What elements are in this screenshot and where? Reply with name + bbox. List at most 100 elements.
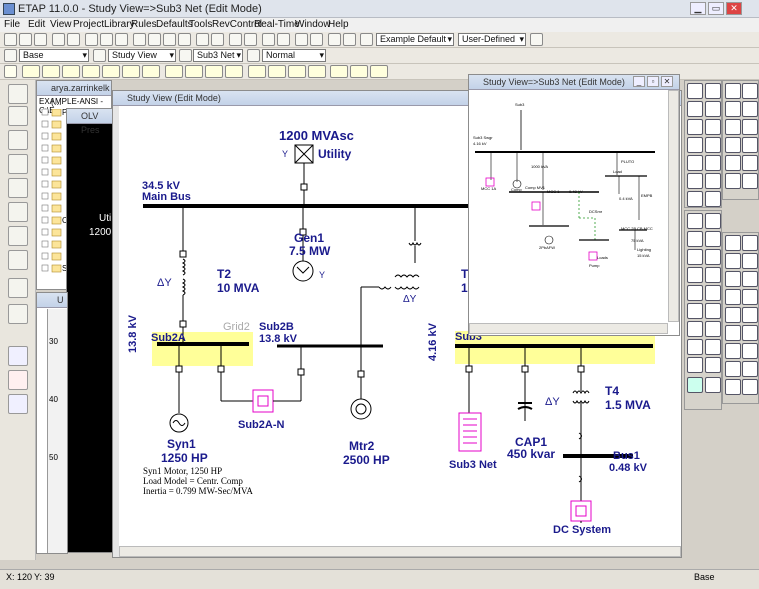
dc-pv-icon[interactable] <box>742 379 758 395</box>
wind-turbine-icon[interactable] <box>687 285 703 301</box>
one-line-icon[interactable] <box>8 84 28 104</box>
dc-motor-icon[interactable] <box>742 271 758 287</box>
short-circuit-icon[interactable] <box>42 65 60 78</box>
load-icon[interactable] <box>705 173 721 189</box>
breaker-icon[interactable] <box>687 137 703 153</box>
user-combo[interactable]: User-Defined <box>458 33 526 46</box>
contingency-icon[interactable] <box>330 65 348 78</box>
zoom-in-icon[interactable] <box>148 33 161 46</box>
data-table-icon[interactable] <box>705 357 721 373</box>
dc-meter-icon[interactable] <box>725 361 741 377</box>
arc-flash-icon[interactable] <box>288 65 306 78</box>
sub3-maximize-button[interactable]: ▫ <box>647 76 659 87</box>
check-continuity-icon[interactable] <box>262 33 275 46</box>
star-view-icon[interactable] <box>8 106 28 126</box>
dc-lumped-icon[interactable] <box>742 343 758 359</box>
capacitor-icon[interactable] <box>687 191 703 207</box>
help-icon[interactable] <box>343 33 356 46</box>
control-circuit-icon[interactable] <box>8 278 28 298</box>
base-combo[interactable]: Base <box>19 49 89 62</box>
meter-icon[interactable] <box>725 101 741 117</box>
dc-short-circuit-icon[interactable] <box>205 65 223 78</box>
star-icon[interactable] <box>530 33 543 46</box>
menu-rules[interactable]: Rules <box>131 19 157 30</box>
zoom-fit-icon[interactable] <box>178 33 191 46</box>
ground-grid-icon[interactable] <box>248 65 266 78</box>
dc-cable-icon[interactable] <box>725 253 741 269</box>
multimeter-icon[interactable] <box>742 137 758 153</box>
config-icon[interactable] <box>247 49 260 62</box>
phase-adapter-icon[interactable] <box>705 321 721 337</box>
inverter-icon[interactable] <box>705 249 721 265</box>
ct-icon[interactable] <box>742 101 758 117</box>
charger-icon[interactable] <box>687 249 703 265</box>
menu-help[interactable]: Help <box>328 19 349 30</box>
voltage-relay-icon[interactable] <box>742 155 758 171</box>
copy-icon[interactable] <box>100 33 113 46</box>
optimal-power-flow-icon[interactable] <box>142 65 160 78</box>
pointer-2-icon[interactable] <box>725 83 741 99</box>
frequency-relay-icon[interactable] <box>725 173 741 189</box>
dc-ups-icon[interactable] <box>742 361 758 377</box>
cut-icon[interactable] <box>85 33 98 46</box>
reliability-icon[interactable] <box>165 65 183 78</box>
save-icon[interactable] <box>34 33 47 46</box>
unbalanced-icon[interactable] <box>350 65 368 78</box>
motor-icon[interactable] <box>687 173 703 189</box>
harmonic-filter-icon[interactable] <box>687 339 703 355</box>
dc-switch-icon[interactable] <box>725 325 741 341</box>
ground-grid-view-icon[interactable] <box>8 178 28 198</box>
layout-icon[interactable] <box>244 33 257 46</box>
reactor-icon[interactable] <box>705 101 721 117</box>
ups-icon[interactable] <box>687 231 703 247</box>
pv-array-icon[interactable] <box>705 285 721 301</box>
dc-bus-icon[interactable] <box>742 235 758 251</box>
harmonic-icon[interactable] <box>82 65 100 78</box>
grid-icon[interactable] <box>229 33 242 46</box>
bus-2-icon[interactable] <box>742 83 758 99</box>
menu-defaults[interactable]: Defaults <box>156 19 193 30</box>
minimize-button[interactable]: ▁ <box>690 2 706 15</box>
tcc-icon[interactable] <box>8 130 28 150</box>
sub3-minimize-button[interactable]: _ <box>633 76 645 87</box>
menu-project[interactable]: Project <box>73 19 104 30</box>
redo-icon[interactable] <box>211 33 224 46</box>
dc-breaker-icon[interactable] <box>725 307 741 323</box>
print-icon[interactable] <box>52 33 65 46</box>
dc-impedance-icon[interactable] <box>742 253 758 269</box>
generator-icon[interactable] <box>292 260 314 282</box>
underground-raceway-icon[interactable] <box>8 154 28 174</box>
dc-chopper-icon[interactable] <box>725 379 741 395</box>
dc-load-icon[interactable] <box>725 289 741 305</box>
composite-network-icon[interactable] <box>705 213 721 229</box>
study-view-combo[interactable]: Study View <box>108 49 176 62</box>
undo-icon[interactable] <box>196 33 209 46</box>
induction-motor-icon[interactable] <box>350 398 372 420</box>
dumpster-icon[interactable] <box>8 202 28 222</box>
relay-icon[interactable] <box>705 155 721 171</box>
menu-view[interactable]: View <box>50 19 72 30</box>
edit-mode-icon[interactable] <box>4 65 17 78</box>
panel-2-icon[interactable] <box>705 267 721 283</box>
menu-edit[interactable]: Edit <box>28 19 45 30</box>
study-view-icon[interactable] <box>93 49 106 62</box>
zoom-out-icon[interactable] <box>163 33 176 46</box>
theme-icon[interactable] <box>360 33 373 46</box>
new-icon[interactable] <box>4 33 17 46</box>
cable-icon[interactable] <box>687 119 703 135</box>
dc-converter-icon[interactable] <box>742 289 758 305</box>
panel-icon[interactable] <box>308 65 326 78</box>
scenario-icon[interactable] <box>8 370 28 390</box>
transient-stability-icon[interactable] <box>102 65 120 78</box>
filter-icon[interactable] <box>705 191 721 207</box>
maximize-button[interactable]: ▭ <box>708 2 724 15</box>
open-icon[interactable] <box>19 33 32 46</box>
main-horizontal-scrollbar[interactable] <box>119 546 681 557</box>
paste-icon[interactable] <box>115 33 128 46</box>
pt-icon[interactable] <box>725 119 741 135</box>
battery-2-icon[interactable] <box>725 271 741 287</box>
dc-system-icon[interactable] <box>570 500 592 522</box>
composite-motor-icon[interactable] <box>687 213 703 229</box>
transformer-icon[interactable] <box>687 101 703 117</box>
load-flow-icon[interactable] <box>22 65 40 78</box>
